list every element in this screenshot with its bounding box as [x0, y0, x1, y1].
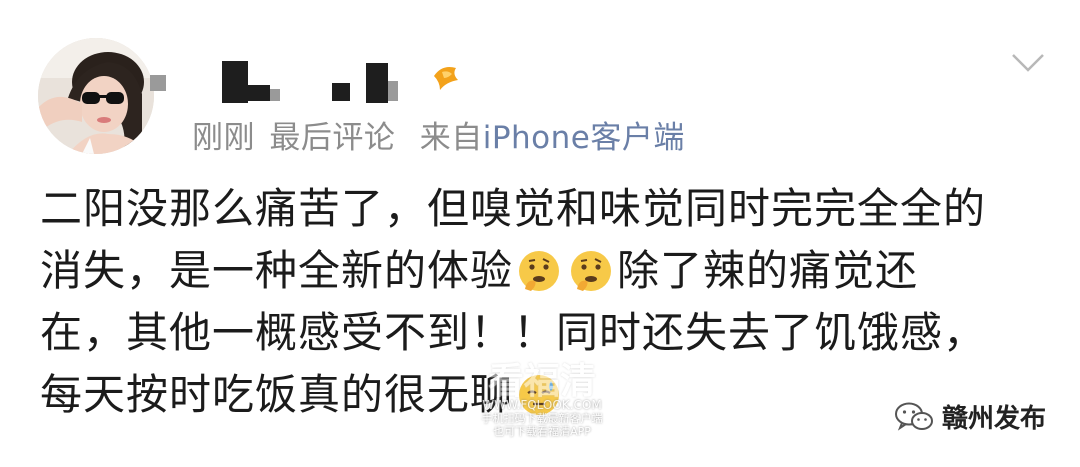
downcast-sweat-face-emoji	[517, 372, 561, 416]
wechat-icon	[894, 402, 933, 431]
source-credit: 赣州发布	[894, 398, 1046, 435]
from-label: 来自	[419, 120, 483, 156]
post-time: 刚刚	[192, 120, 255, 156]
source-label: 赣州发布	[941, 404, 1046, 434]
post-tag: 最后评论	[269, 120, 396, 156]
content-line-1: 二阳没那么痛苦了，但嗅觉和味觉同时完完全全的	[40, 184, 987, 233]
content-line-2a: 消失，是一种全新的体验	[40, 246, 514, 295]
client-link[interactable]: iPhone客户端	[483, 120, 685, 156]
post-content: 二阳没那么痛苦了，但嗅觉和味觉同时完完全全的 消失，是一种全新的体验 除了辣的痛…	[40, 178, 1050, 426]
content-line-4-text: 每天按时吃饭真的很无聊	[40, 370, 514, 419]
username-redacted	[150, 55, 470, 115]
content-line-3: 在，其他一概感受不到！！同时还失去了饥饿感，	[40, 308, 987, 357]
content-line-2: 消失，是一种全新的体验 除了辣的痛觉还	[40, 240, 1050, 302]
watermark-line-2: 也可下载看福清APP	[493, 425, 591, 438]
avatar[interactable]	[38, 38, 154, 154]
thinking-face-emoji	[517, 248, 561, 292]
gold-fish-badge-icon[interactable]	[428, 60, 464, 96]
post-meta: 刚刚 最后评论 来自iPhone客户端	[192, 112, 685, 157]
chevron-down-icon[interactable]	[1010, 52, 1046, 74]
thinking-face-emoji	[569, 248, 613, 292]
avatar-photo-icon	[38, 38, 154, 154]
content-line-2b: 除了辣的痛觉还	[617, 246, 919, 295]
